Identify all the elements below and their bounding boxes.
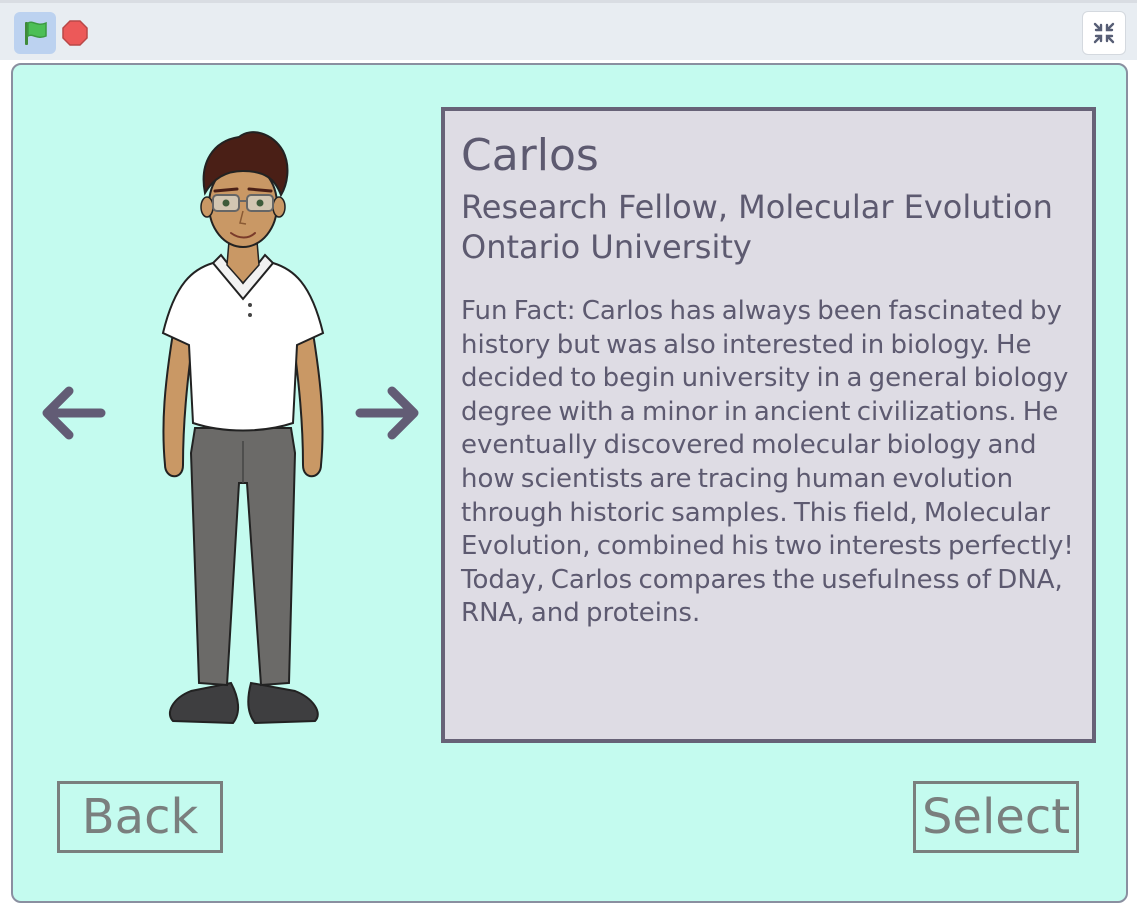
green-flag-icon — [25, 21, 47, 45]
character-name: Carlos — [461, 130, 599, 181]
arrow-right-icon[interactable] — [352, 383, 422, 443]
character-institution: Ontario University — [461, 228, 752, 266]
select-button[interactable]: Select — [913, 781, 1079, 853]
back-button[interactable]: Back — [57, 781, 223, 853]
character-role: Research Fellow, Molecular Evolution — [461, 188, 1053, 226]
exit-fullscreen-icon — [1093, 22, 1115, 44]
arrow-left-icon[interactable] — [39, 383, 109, 443]
stop-icon — [62, 20, 88, 46]
info-card: Carlos Research Fellow, Molecular Evolut… — [441, 107, 1096, 743]
fun-fact-text: Fun Fact: Carlos has always been fascina… — [461, 296, 1074, 629]
toolbar — [0, 0, 1137, 60]
stage[interactable]: Carlos Research Fellow, Molecular Evolut… — [11, 63, 1128, 903]
character-sprite — [161, 131, 325, 725]
exit-fullscreen-button[interactable] — [1082, 11, 1126, 55]
green-flag-button[interactable] — [14, 12, 56, 54]
stop-button[interactable] — [58, 16, 92, 50]
